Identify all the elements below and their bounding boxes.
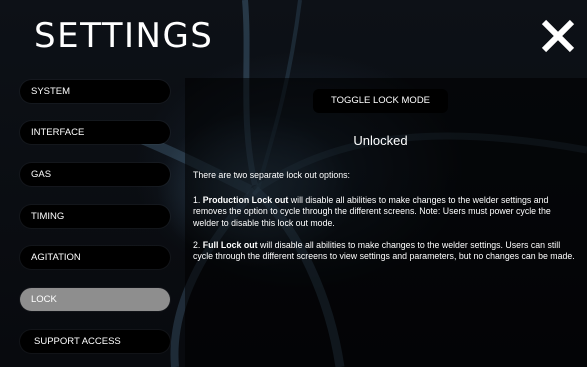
sidebar-item-support-access[interactable]: SUPPORT ACCESS <box>20 330 170 353</box>
sidebar-item-lock[interactable]: LOCK <box>20 288 170 311</box>
toggle-lock-mode-button[interactable]: TOGGLE LOCK MODE <box>313 89 448 113</box>
option-name: Full Lock out <box>202 240 258 250</box>
page-title: SETTINGS <box>34 16 214 56</box>
close-button[interactable] <box>540 18 576 54</box>
option-full-lock: 2. Full Lock out will disable all abilit… <box>193 240 578 263</box>
sidebar-item-system[interactable]: SYSTEM <box>20 80 170 103</box>
close-icon <box>541 19 575 53</box>
lock-status: Unlocked <box>353 133 408 148</box>
sidebar-item-timing[interactable]: TIMING <box>20 205 170 228</box>
sidebar-item-agitation[interactable]: AGITATION <box>20 246 170 269</box>
sidebar-item-gas[interactable]: GAS <box>20 163 170 186</box>
option-number: 1. <box>193 195 203 205</box>
intro-text: There are two separate lock out options: <box>193 170 350 180</box>
sidebar-item-interface[interactable]: INTERFACE <box>20 121 170 144</box>
option-production-lock: 1. Production Lock out will disable all … <box>193 195 578 229</box>
option-name: Production Lock out <box>202 195 289 205</box>
option-number: 2. <box>193 240 203 250</box>
